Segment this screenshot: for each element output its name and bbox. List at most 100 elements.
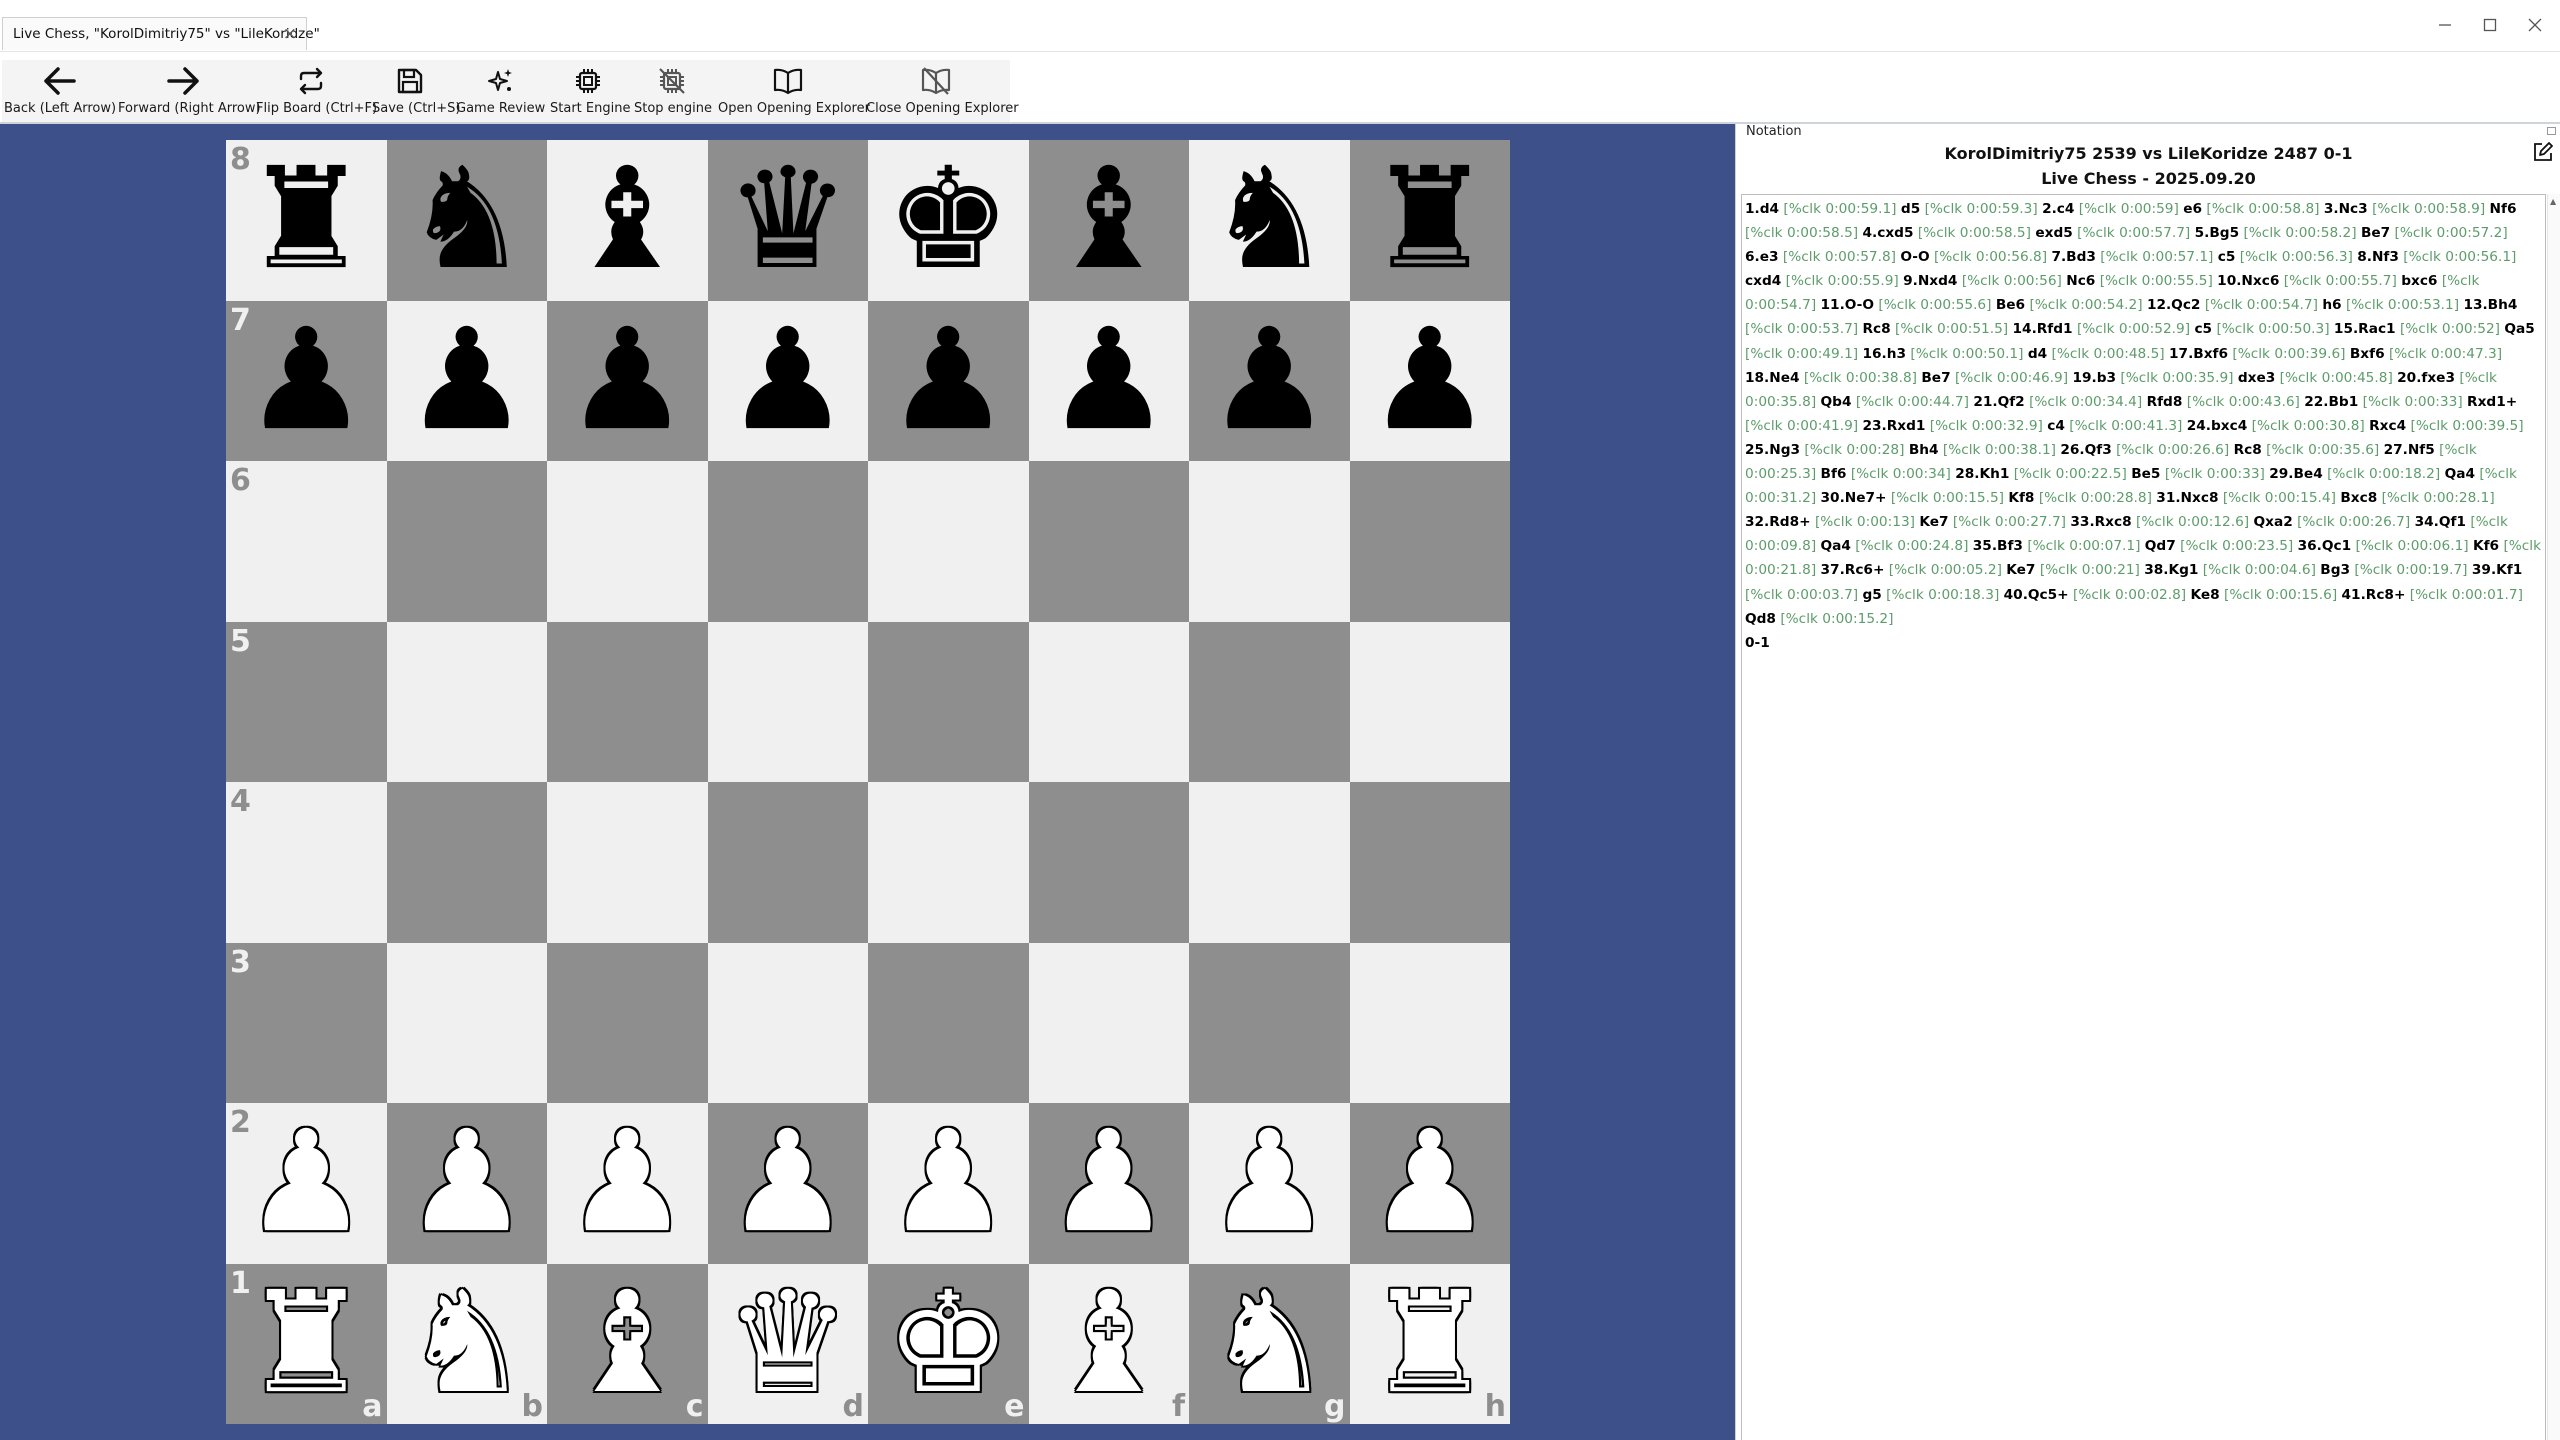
panel-float-icon[interactable] (2547, 127, 2556, 135)
square-f1[interactable]: f ♝ (1028, 1263, 1189, 1424)
square-d8[interactable]: ♛ (707, 140, 868, 301)
square-b5[interactable] (386, 621, 547, 782)
move[interactable]: 38.Kg1 (2144, 562, 2198, 578)
move[interactable]: exd5 (2035, 225, 2072, 241)
move[interactable]: 40.Qc5+ (2004, 587, 2069, 603)
move[interactable]: e6 (2183, 201, 2202, 217)
square-d3[interactable] (707, 942, 868, 1103)
move[interactable]: 29.Be4 (2269, 466, 2323, 482)
move[interactable]: 24.bxc4 (2187, 418, 2248, 434)
square-d6[interactable] (707, 461, 868, 622)
move[interactable]: 9.Nxd4 (1903, 273, 1957, 289)
white-pawn-piece[interactable]: ♟ (725, 1113, 851, 1253)
move[interactable]: 41.Rc8+ (2342, 587, 2406, 603)
white-pawn-piece[interactable]: ♟ (1046, 1113, 1172, 1253)
square-g6[interactable] (1189, 461, 1350, 622)
black-pawn-piece[interactable]: ♟ (1206, 310, 1332, 451)
move[interactable]: 37.Rc6+ (1821, 562, 1885, 578)
notation-scrollbar[interactable]: ▲ (2547, 194, 2560, 1440)
move[interactable]: 27.Nf5 (2384, 442, 2435, 458)
square-f6[interactable] (1028, 461, 1189, 622)
square-a5[interactable]: 5 (226, 621, 387, 782)
move[interactable]: 17.Bxf6 (2169, 346, 2228, 362)
move[interactable]: Bxf6 (2350, 346, 2385, 362)
square-g3[interactable] (1189, 942, 1350, 1103)
move[interactable]: 28.Kh1 (1955, 466, 2009, 482)
move[interactable]: g5 (1862, 587, 1881, 603)
square-h8[interactable]: ♜ (1349, 140, 1510, 301)
game-review-button[interactable]: Game Review (456, 60, 545, 122)
square-d4[interactable] (707, 782, 868, 943)
move[interactable]: Qd7 (2145, 538, 2176, 554)
square-b4[interactable] (386, 782, 547, 943)
square-b2[interactable]: ♟ (386, 1103, 547, 1264)
black-pawn-piece[interactable]: ♟ (404, 310, 530, 451)
square-f7[interactable]: ♟ (1028, 300, 1189, 461)
square-c2[interactable]: ♟ (547, 1103, 708, 1264)
move[interactable]: 22.Bb1 (2304, 394, 2358, 410)
square-f4[interactable] (1028, 782, 1189, 943)
move[interactable]: 16.h3 (1862, 346, 1906, 362)
move[interactable]: 12.Qc2 (2147, 297, 2201, 313)
move[interactable]: 6.e3 (1745, 249, 1779, 265)
white-king-piece[interactable]: ♚ (885, 1273, 1011, 1414)
moves-list[interactable]: 1.d4 [%clk 0:00:59.1] d5 [%clk 0:00:59.3… (1741, 194, 2546, 1440)
move[interactable]: Qb4 (1821, 394, 1852, 410)
tab-close-icon[interactable]: × (283, 18, 297, 51)
square-a1[interactable]: 1 a ♜ (226, 1263, 387, 1424)
square-h6[interactable] (1349, 461, 1510, 622)
square-b6[interactable] (386, 461, 547, 622)
move[interactable]: dxe3 (2238, 370, 2275, 386)
white-bishop-piece[interactable]: ♝ (1046, 1273, 1172, 1414)
square-g5[interactable] (1189, 621, 1350, 782)
move[interactable]: 20.fxe3 (2397, 370, 2455, 386)
move[interactable]: d4 (2028, 346, 2047, 362)
square-a3[interactable]: 3 (226, 942, 387, 1103)
move[interactable]: 8.Nf3 (2357, 249, 2399, 265)
square-d7[interactable]: ♟ (707, 300, 868, 461)
move[interactable]: 36.Qc1 (2298, 538, 2352, 554)
square-f3[interactable] (1028, 942, 1189, 1103)
move[interactable]: O-O (1900, 249, 1929, 265)
move[interactable]: Be6 (1996, 297, 2025, 313)
move[interactable]: Qa5 (2504, 321, 2534, 337)
square-b1[interactable]: b ♞ (386, 1263, 547, 1424)
move[interactable]: Nf6 (2490, 201, 2517, 217)
move[interactable]: Nc6 (2066, 273, 2095, 289)
move[interactable]: 34.Qf1 (2415, 514, 2466, 530)
square-a4[interactable]: 4 (226, 782, 387, 943)
black-king-piece[interactable]: ♚ (885, 150, 1011, 290)
move[interactable]: 15.Rac1 (2334, 321, 2396, 337)
start-engine-button[interactable]: Start Engine (550, 60, 630, 122)
move[interactable]: Qa4 (2445, 466, 2475, 482)
move[interactable]: Bh4 (1909, 442, 1939, 458)
black-pawn-piece[interactable]: ♟ (564, 310, 690, 451)
square-c5[interactable] (547, 621, 708, 782)
move[interactable]: Rxc4 (2369, 418, 2406, 434)
move[interactable]: Rc8 (2234, 442, 2262, 458)
chessboard[interactable]: 8 ♜ ♞ ♝ ♛ ♚ ♝ ♞ ♜ 7 ♟ ♟ ♟ ♟ ♟ ♟ ♟ ♟ 6 5 4 3 2 ♟ ♟ ♟ ♟ ♟ ♟ ♟ ♟ 1 a ♜ b ♞ c ♝ d ♛… (226, 140, 1510, 1424)
move[interactable]: 13.Bh4 (2463, 297, 2517, 313)
square-g1[interactable]: g ♞ (1189, 1263, 1350, 1424)
square-d2[interactable]: ♟ (707, 1103, 868, 1264)
square-a2[interactable]: 2 ♟ (226, 1103, 387, 1264)
move[interactable]: 4.cxd5 (1862, 225, 1913, 241)
white-knight-piece[interactable]: ♞ (1206, 1273, 1332, 1414)
white-rook-piece[interactable]: ♜ (1367, 1273, 1493, 1414)
move[interactable]: 39.Kf1 (2472, 562, 2522, 578)
square-a6[interactable]: 6 (226, 461, 387, 622)
scroll-up-icon[interactable]: ▲ (2550, 197, 2556, 206)
move[interactable]: Bf6 (1821, 466, 1847, 482)
move[interactable]: Qd8 (1745, 611, 1776, 627)
minimize-icon[interactable] (2430, 10, 2460, 40)
move[interactable]: Be7 (2361, 225, 2390, 241)
maximize-icon[interactable] (2475, 10, 2505, 40)
white-rook-piece[interactable]: ♜ (243, 1273, 369, 1414)
square-c7[interactable]: ♟ (547, 300, 708, 461)
black-pawn-piece[interactable]: ♟ (725, 310, 851, 451)
close-opening-explorer-button[interactable]: Close Opening Explorer (866, 60, 1019, 122)
square-h4[interactable] (1349, 782, 1510, 943)
move[interactable]: 1.d4 (1745, 201, 1779, 217)
move[interactable]: c5 (2218, 249, 2236, 265)
black-pawn-piece[interactable]: ♟ (1046, 310, 1172, 451)
